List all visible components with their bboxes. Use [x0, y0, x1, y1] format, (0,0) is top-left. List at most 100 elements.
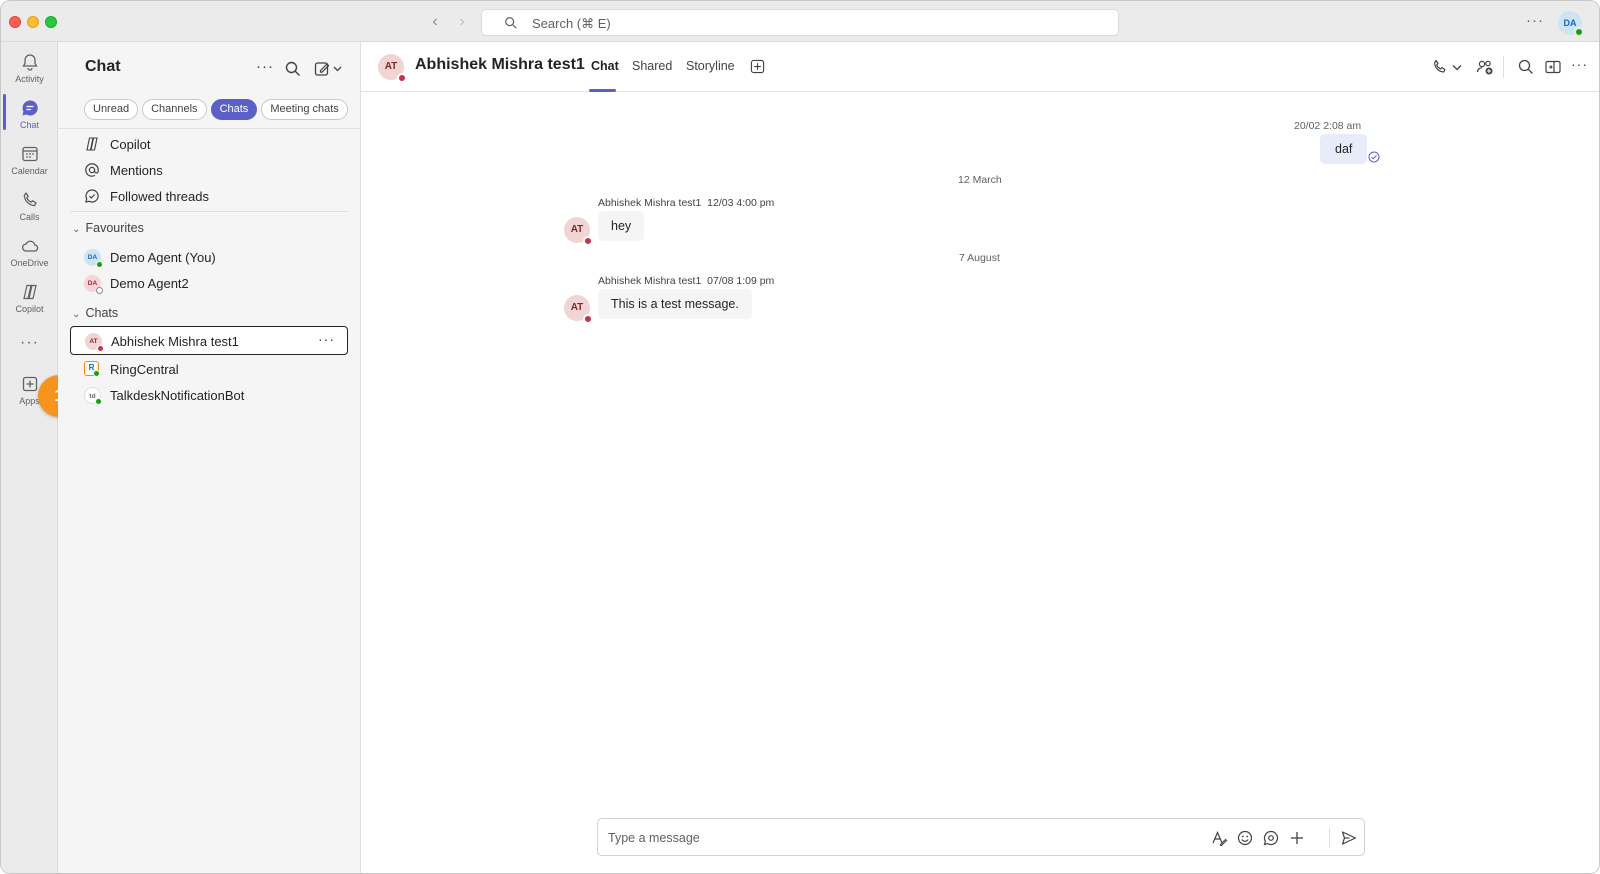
rail-item-copilot[interactable]: Copilot: [1, 276, 58, 322]
message-sender: Abhishek Mishra test1: [598, 197, 702, 209]
active-tab-indicator: [589, 89, 616, 92]
app-rail: Activity Chat Calendar Calls OneDrive Co…: [1, 42, 58, 873]
loop-component-icon[interactable]: [1262, 829, 1280, 847]
rail-item-calendar[interactable]: Calendar: [1, 138, 58, 184]
avatar-initials: AT: [89, 338, 98, 345]
chat-icon: [22, 100, 38, 116]
minimize-window-button[interactable]: [27, 16, 39, 28]
filter-unread[interactable]: Unread: [84, 99, 139, 120]
filter-channels[interactable]: Channels: [142, 99, 207, 120]
add-app-icon: [22, 376, 37, 392]
contact-name: Abhishek Mishra test1: [111, 334, 239, 349]
presence-available-icon: [1574, 27, 1584, 37]
chat-item-talkdesknotificationbot[interactable]: td TalkdeskNotificationBot: [70, 382, 348, 408]
more-options-icon[interactable]: ···: [1526, 12, 1544, 29]
message-sender: Abhishek Mishra test1: [598, 275, 702, 287]
format-icon[interactable]: [1210, 829, 1228, 847]
more-apps-icon[interactable]: ···: [1, 334, 58, 352]
rail-item-chat[interactable]: Chat: [1, 92, 58, 138]
rail-item-activity[interactable]: Activity: [1, 46, 58, 92]
profile-initials: DA: [1563, 18, 1577, 28]
search-box[interactable]: Search (⌘ E): [481, 9, 1119, 36]
seen-check-icon: [1368, 151, 1380, 163]
filter-search-icon[interactable]: [284, 60, 302, 78]
list-title: Chat: [85, 58, 121, 75]
message-input[interactable]: [608, 828, 1188, 848]
rail-label: Calls: [19, 212, 40, 222]
followed-threads-icon: [85, 189, 99, 203]
pop-out-chat-icon[interactable]: [1544, 58, 1562, 76]
conversation-header: AT Abhishek Mishra test1 Chat Shared Sto…: [361, 42, 1599, 92]
chevron-down-icon: ⌄: [72, 224, 81, 235]
search-placeholder: Search (⌘ E): [532, 16, 611, 31]
copilot-icon: [86, 137, 98, 151]
search-icon: [505, 17, 517, 29]
filter-meeting-chats[interactable]: Meeting chats: [261, 99, 348, 120]
add-people-icon[interactable]: [1476, 58, 1494, 76]
rail-item-calls[interactable]: Calls: [1, 184, 58, 230]
rail-label: OneDrive: [10, 258, 49, 268]
quick-item-label: Copilot: [110, 137, 151, 152]
tab-chat[interactable]: Chat: [591, 59, 619, 73]
back-arrow-icon[interactable]: ‹: [427, 13, 443, 31]
chevron-down-icon: ⌄: [72, 309, 81, 320]
conversation-title: Abhishek Mishra test1: [415, 56, 585, 73]
new-chat-icon[interactable]: [314, 60, 344, 78]
divider: [70, 211, 348, 212]
rail-label: Calendar: [11, 166, 48, 176]
zoom-window-button[interactable]: [45, 16, 57, 28]
section-label: Favourites: [85, 221, 144, 235]
chat-more-icon[interactable]: ···: [318, 331, 335, 347]
section-label: Chats: [85, 306, 119, 320]
profile-avatar[interactable]: DA: [1558, 11, 1584, 37]
chevron-down-icon[interactable]: [1451, 58, 1463, 76]
quick-item-copilot[interactable]: Copilot: [70, 131, 348, 157]
quick-item-followed-threads[interactable]: Followed threads: [70, 183, 348, 209]
message-bubble-mine[interactable]: daf: [1320, 134, 1368, 164]
filter-chats[interactable]: Chats: [210, 99, 258, 120]
talkdesk-logo-icon: td: [84, 387, 102, 405]
avatar-initials: DA: [87, 280, 98, 287]
add-tab-icon[interactable]: [750, 59, 765, 74]
cloud-icon: [21, 240, 38, 252]
compose-divider: [1329, 828, 1330, 848]
favourite-demo-agent-you[interactable]: DA Demo Agent (You): [70, 244, 348, 270]
close-window-button[interactable]: [9, 16, 21, 28]
tab-shared[interactable]: Shared: [632, 59, 672, 73]
avatar[interactable]: AT: [378, 54, 407, 83]
chat-item-ringcentral[interactable]: R RingCentral: [70, 356, 348, 382]
section-favourites[interactable]: ⌄ Favourites: [72, 221, 144, 235]
quick-item-mentions[interactable]: Mentions: [70, 157, 348, 183]
presence-busy-icon: [397, 73, 407, 83]
chat-item-abhishek-mishra-test1[interactable]: AT Abhishek Mishra test1 ···: [70, 326, 348, 355]
presence-busy-icon: [583, 236, 593, 246]
message-bubble[interactable]: This is a test message.: [598, 289, 752, 319]
forward-arrow-icon[interactable]: ›: [454, 13, 470, 31]
avatar[interactable]: AT: [564, 217, 593, 246]
avatar: DA: [84, 275, 103, 294]
phone-icon: [23, 192, 37, 207]
rail-item-onedrive[interactable]: OneDrive: [1, 230, 58, 276]
emoji-icon[interactable]: [1236, 829, 1254, 847]
favourite-demo-agent2[interactable]: DA Demo Agent2: [70, 270, 348, 296]
section-chats[interactable]: ⌄ Chats: [72, 306, 118, 320]
quick-item-label: Mentions: [110, 163, 163, 178]
presence-available-icon: [96, 261, 103, 268]
call-icon[interactable]: [1431, 58, 1449, 76]
message-meta: Abhishek Mishra test1 07/08 1:09 pm: [598, 275, 774, 287]
rail-label: Chat: [19, 120, 39, 130]
avatar-initials: AT: [384, 61, 398, 72]
contact-name: TalkdeskNotificationBot: [110, 388, 245, 403]
message-bubble[interactable]: hey: [598, 211, 645, 241]
message-timestamp: 07/08 1:09 pm: [707, 275, 775, 287]
search-in-chat-icon[interactable]: [1517, 58, 1535, 76]
tab-storyline[interactable]: Storyline: [686, 59, 735, 73]
avatar[interactable]: AT: [564, 295, 593, 324]
send-icon[interactable]: [1340, 829, 1358, 847]
presence-busy-icon: [583, 314, 593, 324]
attach-plus-icon[interactable]: [1288, 829, 1306, 847]
chat-list-pane: Chat ··· Unread Channels Chats Meeting c…: [58, 42, 361, 873]
conversation-more-icon[interactable]: ···: [1571, 56, 1589, 74]
list-more-icon[interactable]: ···: [256, 58, 274, 76]
copilot-icon: [22, 284, 37, 300]
